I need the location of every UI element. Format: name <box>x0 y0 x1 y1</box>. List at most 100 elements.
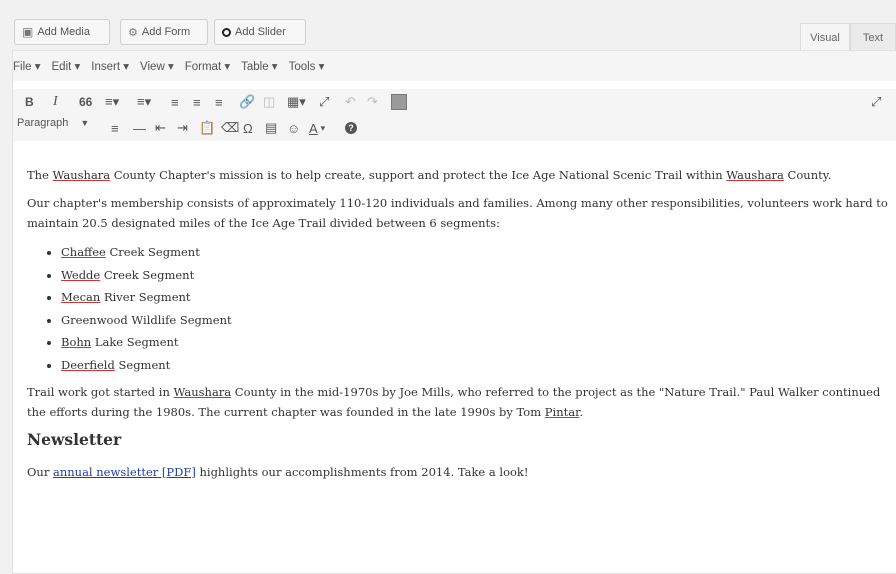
list-item: Greenwood Wildlife Segment <box>61 309 889 332</box>
newsletter-link[interactable]: annual newsletter [PDF] <box>53 465 196 479</box>
align-left-icon: ≡ <box>171 94 179 110</box>
insert-more-button[interactable]: ▤ <box>265 117 277 139</box>
align-left-button[interactable]: ≡ <box>171 91 179 113</box>
numbered-list-icon: ≡▾ <box>137 94 152 109</box>
slider-icon <box>222 27 231 37</box>
justify-button[interactable]: ≡ <box>111 117 119 139</box>
add-slider-label: Add Slider <box>235 26 286 38</box>
text-run: The <box>27 168 53 182</box>
undo-button[interactable]: ↶ <box>345 91 356 113</box>
text-run: Creek Segment <box>105 245 200 259</box>
justify-icon: ≡ <box>111 120 119 136</box>
fullscreen-icon: ⤢ <box>871 94 882 109</box>
add-media-button[interactable]: ▣ Add Media <box>14 19 110 45</box>
menu-tools[interactable]: Tools ▾ <box>289 59 325 73</box>
fullscreen-button[interactable]: ⤢ <box>319 91 329 113</box>
chevron-down-icon: ▾ <box>320 122 326 133</box>
insert-link-button[interactable]: 🔗 <box>239 91 255 113</box>
help-button[interactable]: ? <box>345 117 357 139</box>
tinymce-editor: File ▾ Edit ▾ Insert ▾ View ▾ Format ▾ T… <box>12 50 896 574</box>
menu-table[interactable]: Table ▾ <box>241 59 277 73</box>
distraction-free-button[interactable]: ⤢ <box>871 91 881 113</box>
menu-insert[interactable]: Insert ▾ <box>91 59 129 73</box>
misspelled-word: Bohn <box>61 335 92 349</box>
add-form-button[interactable]: ⚙ Add Form <box>120 19 208 45</box>
outdent-icon: ⇤ <box>155 120 166 135</box>
text-run: highlights our accomplishments from 2014… <box>195 465 529 479</box>
menu-edit[interactable]: Edit ▾ <box>52 59 81 73</box>
list-item: Deerfield Segment <box>61 354 889 377</box>
text-run: Creek Segment <box>100 267 195 282</box>
expand-icon: ⤢ <box>319 94 330 109</box>
table-button[interactable]: ▦▾ <box>287 91 306 113</box>
newsletter-paragraph: Our annual newsletter [PDF] highlights o… <box>27 462 889 482</box>
toolbar-toggle-button[interactable] <box>389 91 409 113</box>
remove-link-button[interactable]: ◫ <box>263 91 275 113</box>
chevron-down-icon: ▼ <box>80 118 90 128</box>
text-run: Our <box>27 465 53 479</box>
tab-visual-label: Visual <box>810 31 840 44</box>
text-run: Trail work got started in <box>27 385 174 399</box>
italic-button[interactable]: I <box>53 91 58 113</box>
editor-content[interactable]: The Waushara County Chapter's mission is… <box>27 165 889 490</box>
misspelled-word: Waushara <box>726 168 784 182</box>
format-select-value: Paragraph <box>17 117 69 129</box>
text-color-icon: A <box>309 120 318 136</box>
bullet-list-button[interactable]: ≡▾ <box>105 91 119 113</box>
misspelled-word: Deerfield <box>61 357 115 372</box>
more-tag-icon: ▤ <box>265 120 278 135</box>
menu-bar: File ▾ Edit ▾ Insert ▾ View ▾ Format ▾ T… <box>13 51 896 81</box>
tab-visual[interactable]: Visual <box>800 23 850 51</box>
special-character-button[interactable]: Ω <box>243 117 253 139</box>
unlink-icon: ◫ <box>263 94 276 109</box>
misspelled-word: Pintar <box>544 405 580 419</box>
horizontal-line-icon: — <box>133 120 146 136</box>
align-center-button[interactable]: ≡ <box>193 91 201 113</box>
align-right-icon: ≡ <box>215 94 223 110</box>
add-media-label: Add Media <box>37 26 90 38</box>
text-run: County Chapter's mission is to help crea… <box>110 168 727 182</box>
bullet-list-icon: ≡▾ <box>105 94 120 109</box>
outdent-button[interactable]: ⇤ <box>155 117 166 139</box>
membership-paragraph: Our chapter's membership consists of app… <box>27 196 888 230</box>
table-icon: ▦▾ <box>287 94 306 109</box>
toolbar-row-2: Paragraph ▼ ≡ — ⇤ ⇥ 📋 ⌫ Ω ▤ ☺ A ▾ ? <box>13 115 896 141</box>
text-run: Greenwood Wildlife Segment <box>61 312 232 327</box>
add-slider-button[interactable]: Add Slider <box>214 19 306 45</box>
horizontal-line-button[interactable]: — <box>133 117 146 139</box>
mission-paragraph: The Waushara County Chapter's mission is… <box>27 165 889 185</box>
bold-button[interactable]: B <box>25 91 34 113</box>
align-center-icon: ≡ <box>193 94 201 110</box>
list-item: Mecan River Segment <box>61 286 889 309</box>
emoticons-button[interactable]: ☺ <box>287 117 300 139</box>
indent-icon: ⇥ <box>177 120 188 135</box>
redo-icon: ↷ <box>367 94 378 109</box>
redo-button[interactable]: ↷ <box>367 91 378 113</box>
menu-format[interactable]: Format ▾ <box>185 59 230 73</box>
editor-mode-tabs: Visual Text <box>800 23 896 51</box>
menu-view[interactable]: View ▾ <box>140 59 174 73</box>
text-run: . <box>579 405 583 419</box>
misspelled-word: Mecan <box>61 290 101 304</box>
segment-list: Chaffee Creek Segment Wedde Creek Segmen… <box>27 241 889 376</box>
align-right-button[interactable]: ≡ <box>215 91 223 113</box>
list-item: Wedde Creek Segment <box>61 264 889 287</box>
undo-icon: ↶ <box>345 94 356 109</box>
indent-button[interactable]: ⇥ <box>177 117 188 139</box>
paste-text-button[interactable]: 📋 <box>199 117 215 139</box>
blockquote-button[interactable]: 66 <box>79 91 92 113</box>
editor-header: ▣ Add Media ⚙ Add Form Add Slider Visual… <box>0 0 896 51</box>
help-icon: ? <box>345 122 357 134</box>
clear-formatting-button[interactable]: ⌫ <box>221 117 239 139</box>
text-color-button[interactable]: A ▾ <box>309 117 325 139</box>
kitchen-sink-icon <box>391 94 407 110</box>
format-select[interactable]: Paragraph ▼ <box>17 117 89 129</box>
menu-file[interactable]: File ▾ <box>13 59 41 73</box>
add-form-label: Add Form <box>141 26 191 38</box>
tab-text[interactable]: Text <box>850 23 896 51</box>
list-item: Chaffee Creek Segment <box>61 241 889 264</box>
numbered-list-button[interactable]: ≡▾ <box>137 91 151 113</box>
form-icon: ⚙ <box>128 26 138 39</box>
misspelled-word: Chaffee <box>61 245 106 259</box>
eraser-icon: ⌫ <box>221 120 240 135</box>
